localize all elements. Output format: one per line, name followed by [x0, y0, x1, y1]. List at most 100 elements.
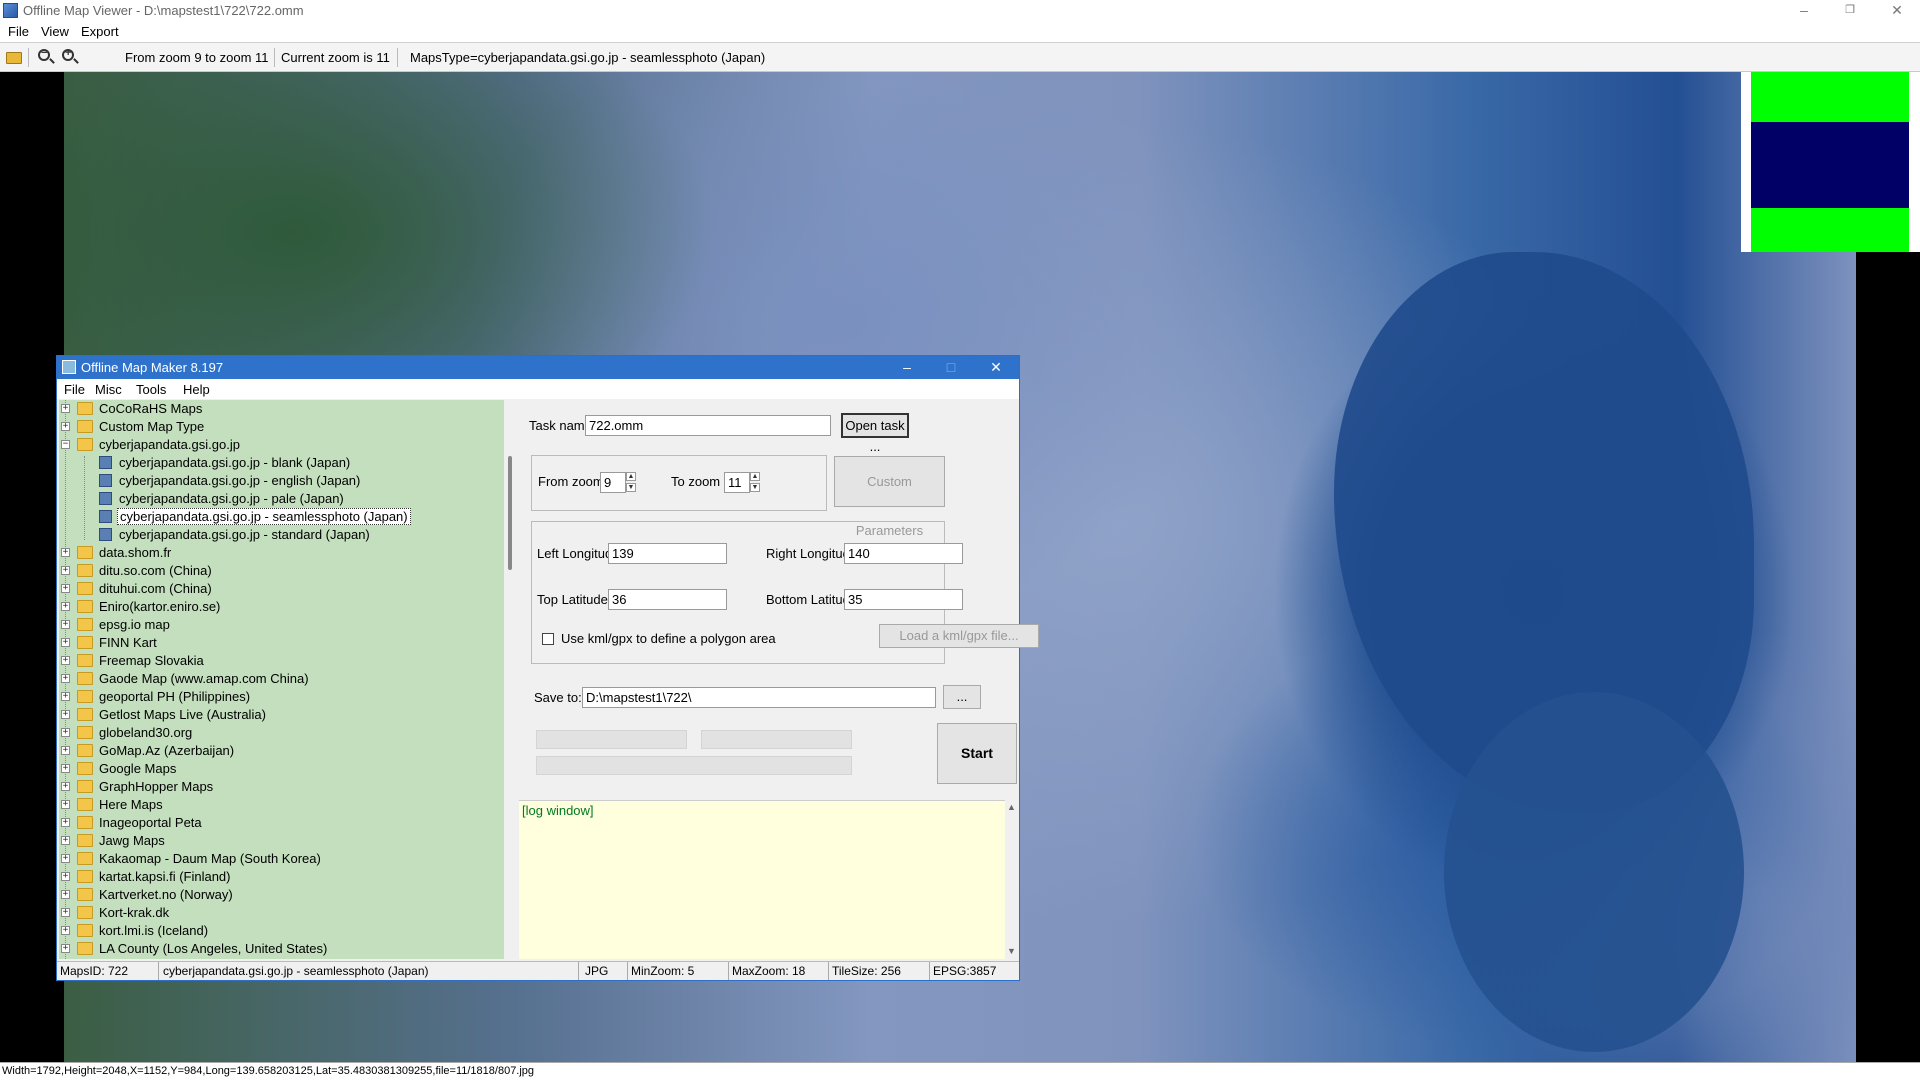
expand-icon[interactable]: +	[61, 836, 70, 845]
tree-map-item[interactable]: cyberjapandata.gsi.go.jp - pale (Japan)	[61, 490, 501, 508]
expand-icon[interactable]: +	[61, 602, 70, 611]
tree-folder-item[interactable]: + dituhui.com (China)	[61, 580, 501, 598]
dialog-menu-misc[interactable]: Misc	[95, 382, 122, 397]
expand-icon[interactable]: +	[61, 548, 70, 557]
tree-folder-item[interactable]: + Freemap Slovakia	[61, 652, 501, 670]
from-zoom-spinner[interactable]: ▲ ▼	[626, 472, 636, 493]
dialog-menu-tools[interactable]: Tools	[136, 382, 166, 397]
tree-folder-item[interactable]: + ditu.so.com (China)	[61, 562, 501, 580]
expand-icon[interactable]: +	[61, 692, 70, 701]
expand-icon[interactable]: +	[61, 710, 70, 719]
expand-icon[interactable]: +	[61, 656, 70, 665]
tree-scroll-thumb[interactable]	[508, 456, 512, 570]
start-button[interactable]: Start	[937, 723, 1017, 784]
expand-icon[interactable]: +	[61, 854, 70, 863]
restore-button[interactable]: ❐	[1827, 0, 1873, 22]
expand-icon[interactable]: +	[61, 782, 70, 791]
scroll-up-icon[interactable]: ▲	[1007, 802, 1016, 812]
expand-icon[interactable]: +	[61, 422, 70, 431]
tree-folder-item[interactable]: + data.shom.fr	[61, 544, 501, 562]
from-zoom-input[interactable]: 9	[600, 472, 626, 493]
menu-file[interactable]: File	[8, 24, 29, 39]
tree-folder-item[interactable]: + kartat.kapsi.fi (Finland)	[61, 868, 501, 886]
open-folder-icon[interactable]	[6, 52, 22, 64]
tree-folder-item[interactable]: + Kort-krak.dk	[61, 904, 501, 922]
tree-folder-item[interactable]: + epsg.io map	[61, 616, 501, 634]
tree-map-item[interactable]: cyberjapandata.gsi.go.jp - seamlessphoto…	[61, 508, 501, 526]
zoom-out-icon[interactable]: −	[38, 47, 50, 61]
tree-folder-item[interactable]: + GoMap.Az (Azerbaijan)	[61, 742, 501, 760]
tree-folder-item[interactable]: − cyberjapandata.gsi.go.jp	[61, 436, 501, 454]
expand-icon[interactable]: +	[61, 908, 70, 917]
scroll-down-icon[interactable]: ▼	[1007, 946, 1016, 956]
tree-folder-item[interactable]: + GraphHopper Maps	[61, 778, 501, 796]
tree-folder-item[interactable]: + Kartverket.no (Norway)	[61, 886, 501, 904]
tree-folder-item[interactable]: + geoportal PH (Philippines)	[61, 688, 501, 706]
dialog-minimize-button[interactable]: –	[885, 357, 929, 378]
dialog-title-bar[interactable]: Offline Map Maker 8.197 – □ ✕	[57, 356, 1019, 379]
kml-polygon-checkbox[interactable]	[542, 633, 554, 645]
expand-icon[interactable]: +	[61, 404, 70, 413]
browse-button[interactable]: ...	[943, 685, 981, 709]
log-window[interactable]: [log window]	[519, 800, 1005, 959]
expand-icon[interactable]: +	[61, 926, 70, 935]
overview-panel[interactable]	[1741, 72, 1920, 252]
spin-down-icon[interactable]: ▼	[626, 483, 636, 492]
tree-folder-item[interactable]: + Eniro(kartor.eniro.se)	[61, 598, 501, 616]
tree-folder-item[interactable]: + kort.lmi.is (Iceland)	[61, 922, 501, 940]
tree-scrollbar[interactable]	[505, 400, 517, 959]
expand-icon[interactable]: +	[61, 584, 70, 593]
expand-icon[interactable]: +	[61, 764, 70, 773]
expand-icon[interactable]: +	[61, 638, 70, 647]
open-task-button[interactable]: Open task ...	[841, 413, 909, 454]
expand-icon[interactable]: +	[61, 674, 70, 683]
log-scrollbar[interactable]: ▲ ▼	[1005, 800, 1017, 959]
to-zoom-input[interactable]: 11	[724, 472, 750, 493]
expand-icon[interactable]: +	[61, 620, 70, 629]
expand-icon[interactable]: +	[61, 728, 70, 737]
tree-folder-item[interactable]: + Getlost Maps Live (Australia)	[61, 706, 501, 724]
expand-icon[interactable]: +	[61, 818, 70, 827]
close-button[interactable]: ✕	[1874, 0, 1920, 22]
load-kml-button[interactable]: Load a kml/gpx file...	[879, 624, 1039, 648]
map-type-tree[interactable]: + CoCoRaHS Maps + Custom Map Type − cyberjapa…	[59, 400, 504, 959]
tree-map-item[interactable]: cyberjapandata.gsi.go.jp - standard (Jap…	[61, 526, 501, 544]
expand-icon[interactable]: +	[61, 872, 70, 881]
tree-folder-item[interactable]: + globeland30.org	[61, 724, 501, 742]
to-zoom-spinner[interactable]: ▲ ▼	[750, 472, 760, 493]
tree-folder-item[interactable]: + LA County (Los Angeles, United States)	[61, 940, 501, 958]
spin-down-icon[interactable]: ▼	[750, 483, 760, 492]
top-latitude-input[interactable]: 36	[608, 589, 727, 610]
dialog-menu-help[interactable]: Help	[183, 382, 210, 397]
right-longitude-input[interactable]: 140	[844, 543, 963, 564]
tree-folder-item[interactable]: + Here Maps	[61, 796, 501, 814]
left-longitude-input[interactable]: 139	[608, 543, 727, 564]
expand-icon[interactable]: +	[61, 944, 70, 953]
tree-folder-item[interactable]: + Custom Map Type	[61, 418, 501, 436]
dialog-maximize-button[interactable]: □	[929, 357, 973, 378]
expand-icon[interactable]: +	[61, 566, 70, 575]
custom-parameters-button[interactable]: Custom Parameters	[834, 456, 945, 538]
tree-folder-item[interactable]: + Google Maps	[61, 760, 501, 778]
tree-map-item[interactable]: cyberjapandata.gsi.go.jp - blank (Japan)	[61, 454, 501, 472]
tree-folder-item[interactable]: + FINN Kart	[61, 634, 501, 652]
spin-up-icon[interactable]: ▲	[626, 472, 636, 481]
collapse-icon[interactable]: −	[61, 440, 70, 449]
tree-folder-item[interactable]: + Jawg Maps	[61, 832, 501, 850]
tree-map-item[interactable]: cyberjapandata.gsi.go.jp - english (Japa…	[61, 472, 501, 490]
minimize-button[interactable]: –	[1781, 0, 1827, 22]
dialog-close-button[interactable]: ✕	[974, 357, 1018, 378]
expand-icon[interactable]: +	[61, 890, 70, 899]
spin-up-icon[interactable]: ▲	[750, 472, 760, 481]
expand-icon[interactable]: +	[61, 746, 70, 755]
bottom-latitude-input[interactable]: 35	[844, 589, 963, 610]
zoom-in-icon[interactable]: +	[62, 47, 74, 61]
menu-export[interactable]: Export	[81, 24, 119, 39]
save-to-input[interactable]: D:\mapstest1\722\	[582, 687, 936, 708]
tree-folder-item[interactable]: + Inageoportal Peta	[61, 814, 501, 832]
tree-folder-item[interactable]: + Gaode Map (www.amap.com China)	[61, 670, 501, 688]
menu-view[interactable]: View	[41, 24, 69, 39]
tree-folder-item[interactable]: + Kakaomap - Daum Map (South Korea)	[61, 850, 501, 868]
tree-folder-item[interactable]: + CoCoRaHS Maps	[61, 400, 501, 418]
task-name-input[interactable]: 722.omm	[585, 415, 831, 436]
